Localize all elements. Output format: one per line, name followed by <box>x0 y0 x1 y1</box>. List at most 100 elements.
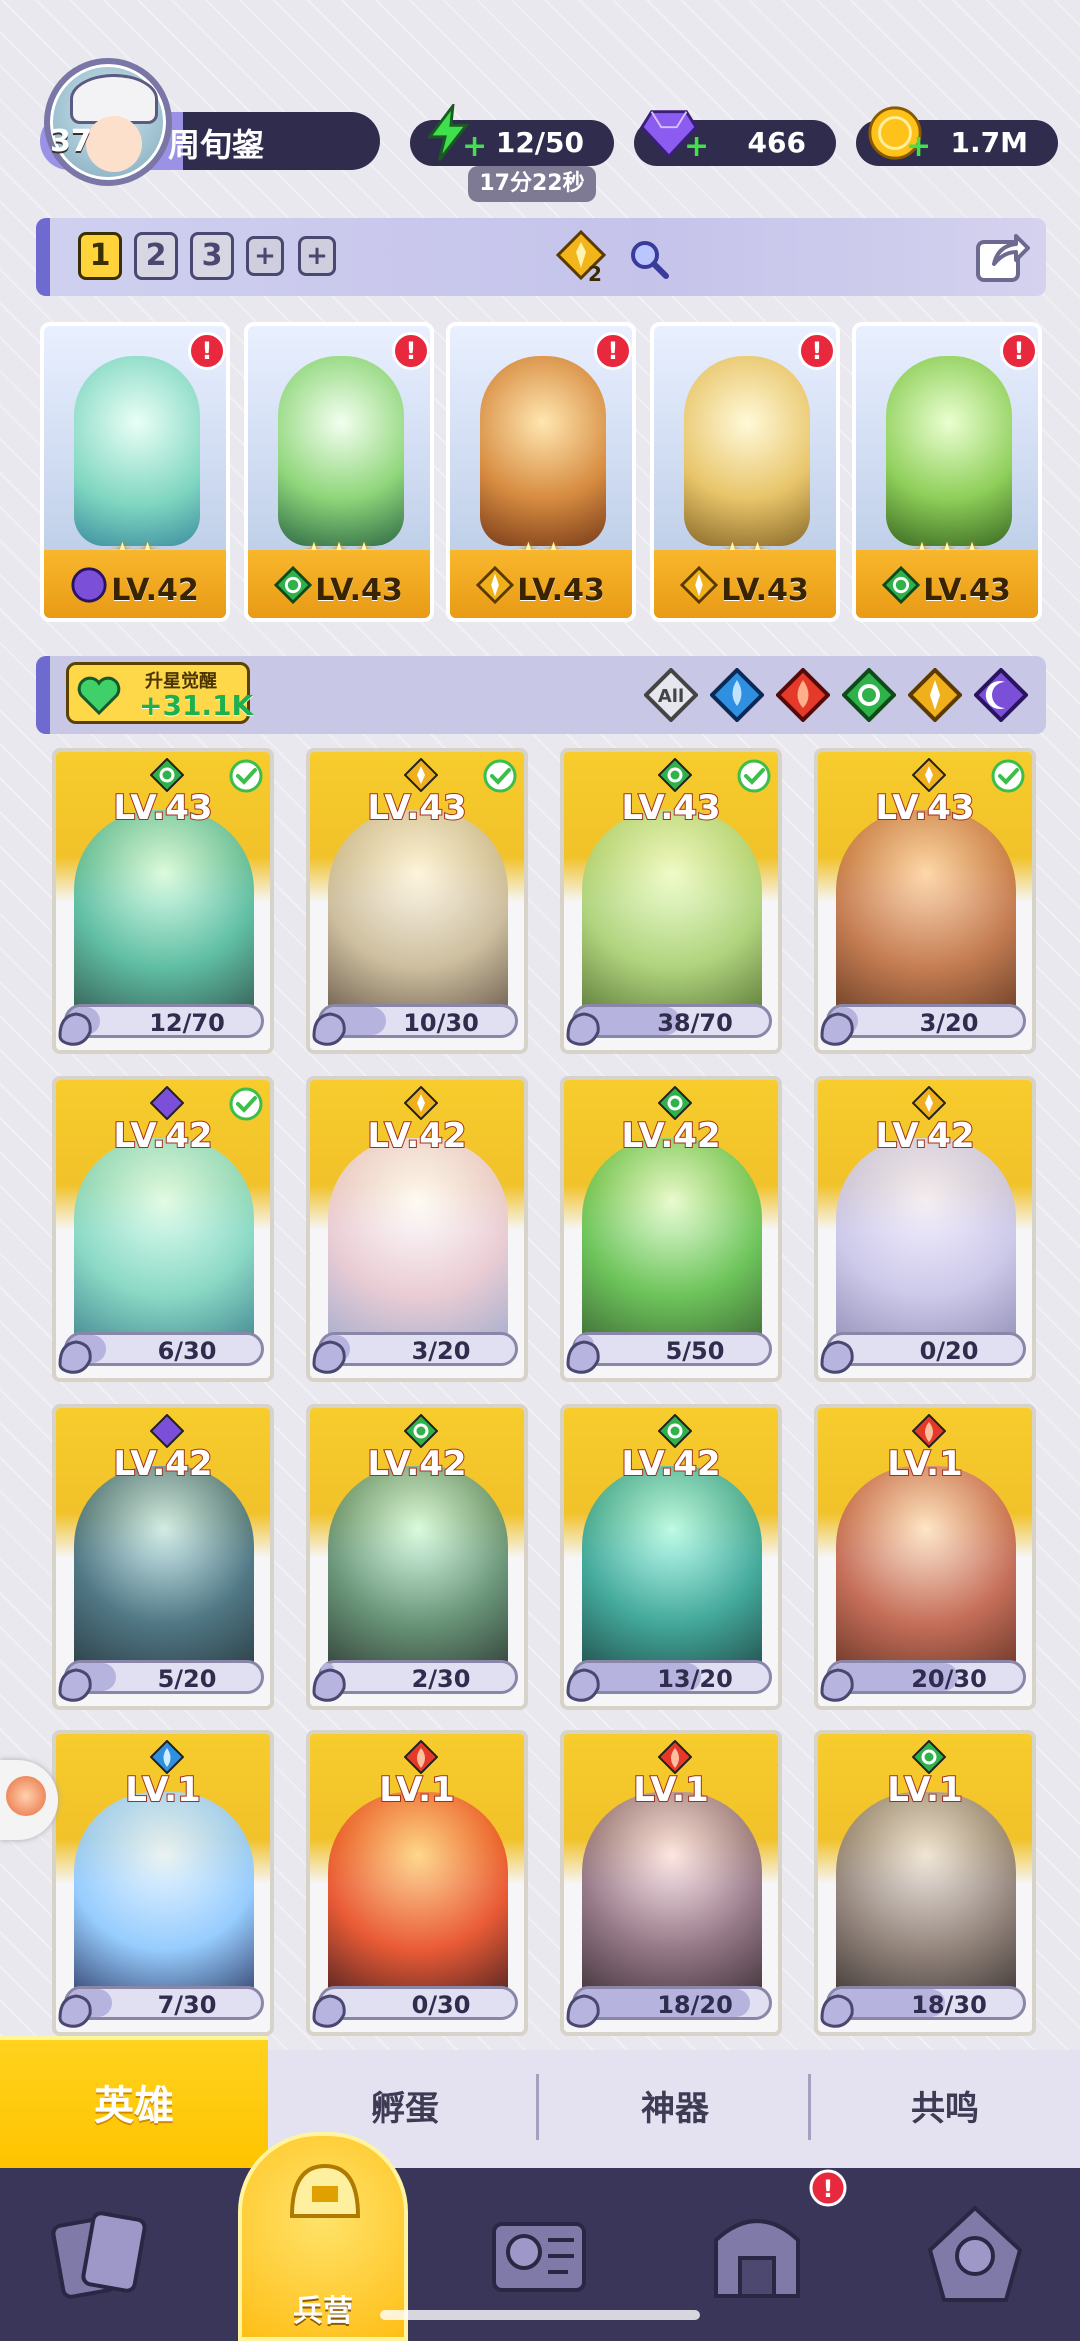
hero-card[interactable]: LV.42 5/50 <box>560 1076 782 1382</box>
team-hero-level: LV.43 <box>517 573 605 608</box>
shard-icon <box>564 1988 606 2032</box>
hero-level: LV.42 <box>874 1115 975 1157</box>
shard-icon <box>56 1988 98 2032</box>
shard-icon <box>818 1006 860 1050</box>
hero-portrait <box>582 810 762 1020</box>
home-indicator <box>380 2310 700 2320</box>
shard-icon <box>310 1988 352 2032</box>
tab-divider <box>536 2074 539 2140</box>
shard-progress-text: 0/30 <box>411 1991 471 2019</box>
shard-icon <box>564 1662 606 1706</box>
hero-card[interactable]: LV.1 18/20 <box>560 1730 782 2036</box>
team-hero-level: LV.42 <box>111 573 199 608</box>
add-team-slot-button-2[interactable]: + <box>298 236 336 276</box>
hero-card[interactable]: LV.43 38/70 <box>560 748 782 1054</box>
alert-icon: ! <box>392 332 430 370</box>
fire-element-icon <box>403 1739 439 1775</box>
hero-level: LV.1 <box>886 1443 964 1485</box>
player-avatar[interactable] <box>44 58 172 186</box>
hero-card[interactable]: LV.42 5/20 <box>52 1404 274 1710</box>
shard-progress-text: 13/20 <box>657 1665 733 1693</box>
hero-card[interactable]: LV.43 3/20 <box>814 748 1036 1054</box>
shard-progress-text: 5/50 <box>665 1337 725 1365</box>
shard-progress-text: 12/70 <box>149 1009 225 1037</box>
star-awaken-button[interactable]: 升星觉醒 +31.1K <box>66 662 254 724</box>
alert-icon: ! <box>798 332 836 370</box>
cards-nav-icon[interactable] <box>44 2200 154 2310</box>
shard-icon <box>564 1006 606 1050</box>
energy-value: 12/50 <box>495 126 584 159</box>
team-slot-1[interactable]: 1 <box>78 232 122 280</box>
barracks-label: 兵营 <box>293 2294 353 2329</box>
shard-progress-text: 18/20 <box>657 1991 733 2019</box>
add-energy-icon[interactable]: + <box>462 132 487 162</box>
hero-card[interactable]: LV.42 3/20 <box>306 1076 528 1382</box>
hero-card[interactable]: LV.1 0/30 <box>306 1730 528 2036</box>
filter-all-icon[interactable]: All <box>644 668 698 722</box>
shard-progress-text: 7/30 <box>157 1991 217 2019</box>
tab-heroes[interactable]: 英雄 <box>0 2036 268 2168</box>
add-team-slot-button[interactable]: + <box>246 236 284 276</box>
filter-water-icon[interactable] <box>710 668 764 722</box>
heart-icon <box>77 676 121 715</box>
shard-progress-text: 2/30 <box>411 1665 471 1693</box>
hero-card[interactable]: LV.1 7/30 <box>52 1730 274 2036</box>
hero-level: LV.42 <box>620 1443 721 1485</box>
team-hero-level: LV.43 <box>721 573 809 608</box>
shop-nav-icon[interactable] <box>702 2200 812 2310</box>
light-element-icon <box>911 757 947 793</box>
hero-card[interactable]: LV.43 10/30 <box>306 748 528 1054</box>
player-name: 周旬鋆 <box>168 126 265 164</box>
hero-level: LV.1 <box>632 1769 710 1811</box>
filter-fire-icon[interactable] <box>776 668 830 722</box>
hero-level: LV.42 <box>112 1115 213 1157</box>
share-icon[interactable] <box>972 226 1032 286</box>
tab-resonance[interactable]: 共鸣 <box>810 2050 1080 2168</box>
shard-icon <box>56 1006 98 1050</box>
filter-wind-icon[interactable] <box>842 668 896 722</box>
hero-level: LV.42 <box>112 1443 213 1485</box>
dark-element-icon <box>149 1413 185 1449</box>
guild-nav-icon[interactable] <box>920 2200 1030 2310</box>
shard-progress-text: 38/70 <box>657 1009 733 1037</box>
awaken-value: +31.1K <box>139 689 254 722</box>
energy-timer: 17分22秒 <box>468 166 596 202</box>
wind-element-icon <box>911 1739 947 1775</box>
shard-progress-text: 6/30 <box>157 1337 217 1365</box>
gold-value: 1.7M <box>950 126 1028 159</box>
hero-card[interactable]: LV.42 6/30 <box>52 1076 274 1382</box>
wind-element-icon <box>657 757 693 793</box>
shop-alert-icon: ! <box>809 2169 847 2207</box>
filter-light-icon[interactable] <box>908 668 962 722</box>
hero-card[interactable]: LV.1 20/30 <box>814 1404 1036 1710</box>
shard-icon <box>818 1334 860 1378</box>
hero-card[interactable]: LV.42 0/20 <box>814 1076 1036 1382</box>
player-level: 37 <box>50 124 92 159</box>
hero-card[interactable]: LV.42 13/20 <box>560 1404 782 1710</box>
hero-card[interactable]: LV.43 12/70 <box>52 748 274 1054</box>
shard-progress-text: 3/20 <box>411 1337 471 1365</box>
svg-text:!: ! <box>823 2175 834 2203</box>
shard-icon <box>310 1006 352 1050</box>
shard-icon <box>818 1662 860 1706</box>
team-slot-2[interactable]: 2 <box>134 232 178 280</box>
team-slot-3[interactable]: 3 <box>190 232 234 280</box>
add-gold-icon[interactable]: + <box>906 132 931 162</box>
shard-progress-text: 3/20 <box>919 1009 979 1037</box>
hero-level: LV.43 <box>366 787 467 829</box>
hero-portrait <box>836 810 1016 1020</box>
wind-element-icon <box>149 757 185 793</box>
team-hero-level: LV.43 <box>315 573 403 608</box>
hero-level: LV.1 <box>378 1769 456 1811</box>
tab-artifacts[interactable]: 神器 <box>540 2050 810 2168</box>
search-icon[interactable] <box>628 238 670 280</box>
hero-card[interactable]: LV.42 2/30 <box>306 1404 528 1710</box>
hero-card[interactable]: LV.1 18/30 <box>814 1730 1036 2036</box>
svg-text:All: All <box>658 686 684 707</box>
add-gem-icon[interactable]: + <box>684 132 709 162</box>
map-nav-icon[interactable] <box>484 2200 594 2310</box>
shard-icon <box>564 1334 606 1378</box>
hero-level: LV.42 <box>620 1115 721 1157</box>
filter-dark-icon[interactable] <box>974 668 1028 722</box>
hero-portrait <box>836 1466 1016 1676</box>
